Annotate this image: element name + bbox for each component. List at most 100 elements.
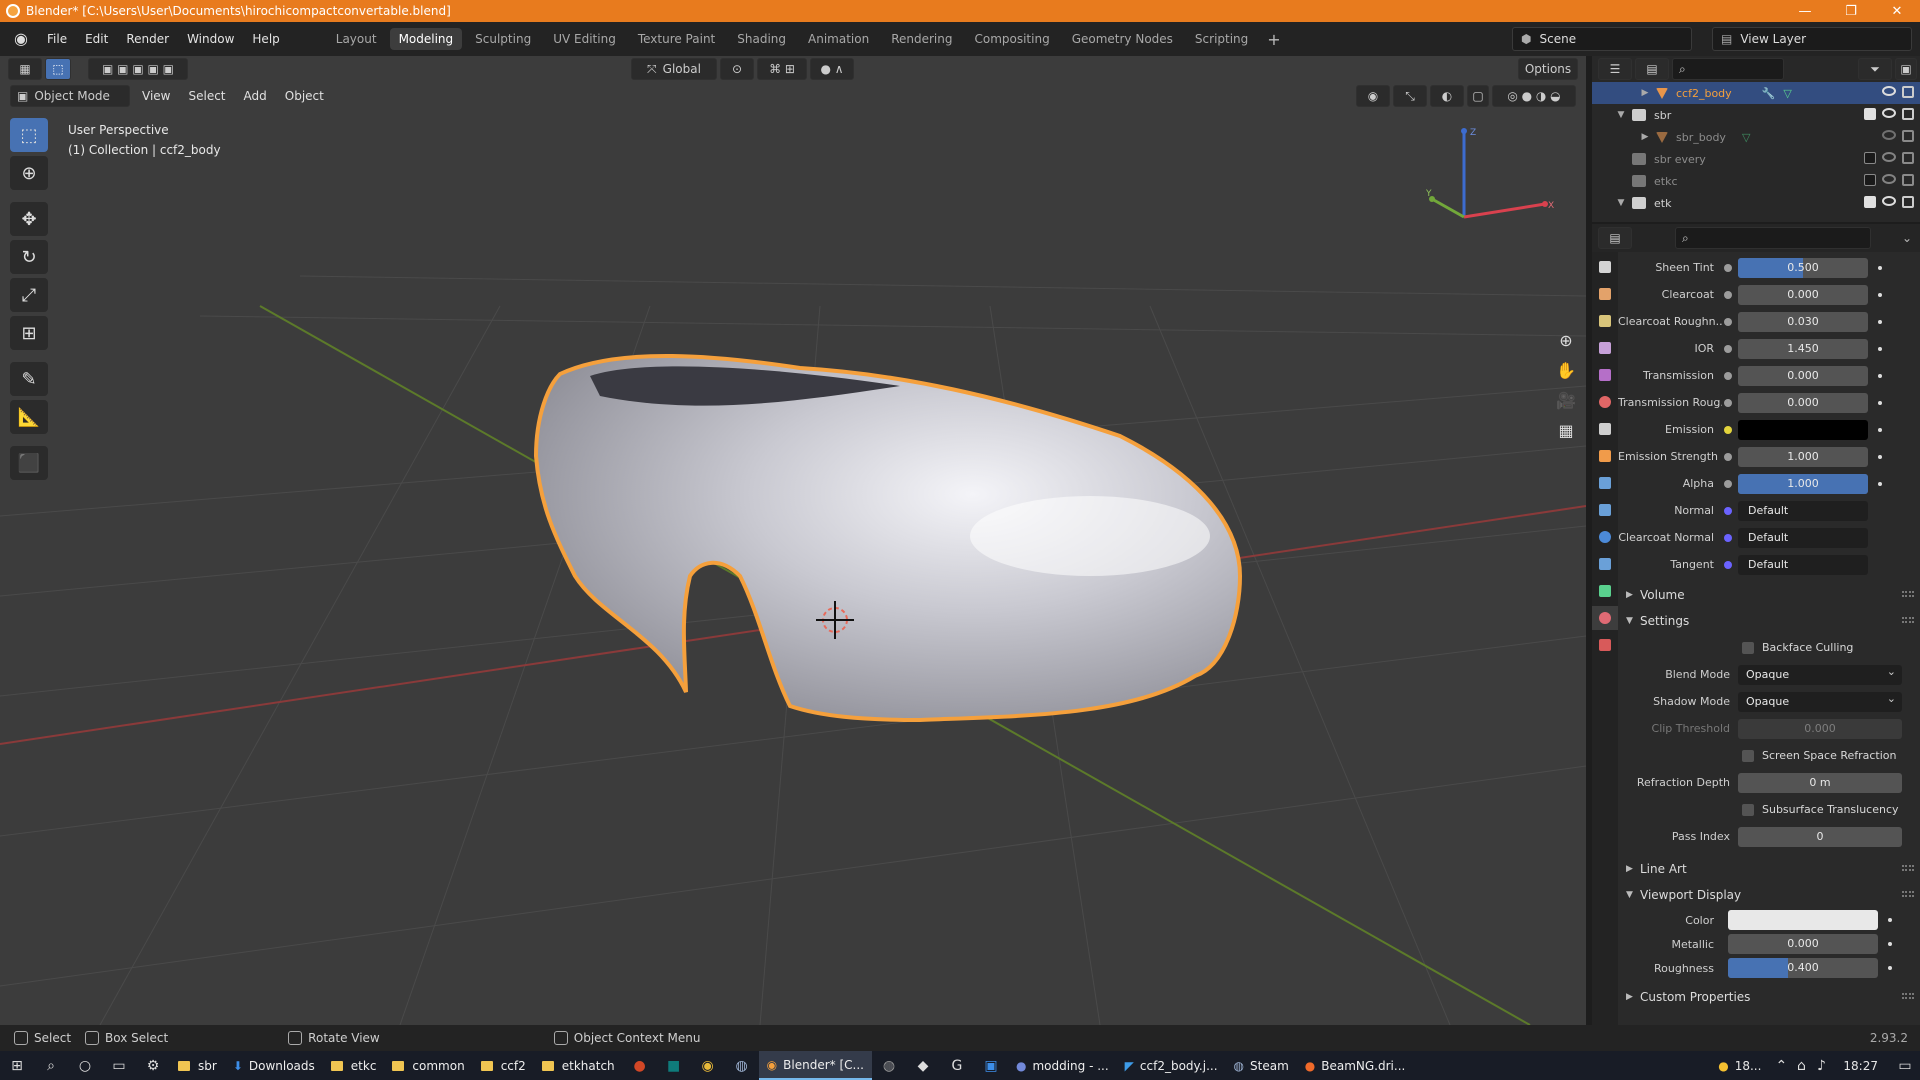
viewport-menu-add[interactable]: Add: [235, 89, 276, 103]
viewport-roughness-field[interactable]: 0.400: [1728, 958, 1878, 978]
blend-mode-dropdown[interactable]: Opaque: [1738, 662, 1902, 685]
pivot-point-icon[interactable]: ⊙: [720, 58, 754, 80]
windows-start-icon[interactable]: ⊞: [0, 1051, 34, 1080]
minimize-button[interactable]: —: [1782, 4, 1828, 19]
menu-render[interactable]: Render: [117, 28, 178, 50]
keyframe-dot-icon[interactable]: [1878, 481, 1882, 486]
scene-selector[interactable]: ⬢ Scene: [1512, 27, 1692, 51]
render-camera-icon[interactable]: [1902, 196, 1914, 208]
filter-icon[interactable]: ⏷: [1858, 58, 1892, 80]
normal-link-field[interactable]: Default: [1738, 500, 1868, 521]
network-icon[interactable]: ⌂: [1791, 1051, 1811, 1080]
transform-orientation-dropdown[interactable]: ⤧ Global: [631, 58, 717, 80]
menu-edit[interactable]: Edit: [76, 28, 117, 50]
emission-color-swatch[interactable]: [1738, 419, 1868, 440]
view-layer-selector[interactable]: ▤ View Layer: [1712, 27, 1912, 51]
socket-dot-icon[interactable]: [1724, 398, 1732, 407]
snap-toggle-icon[interactable]: ⌘ ⊞: [757, 58, 807, 80]
visibility-eye-icon[interactable]: [1882, 152, 1896, 162]
blender-logo-icon[interactable]: ◉: [10, 28, 32, 50]
outliner-row-sbr-every[interactable]: sbr every: [1592, 148, 1920, 170]
editor-type-button[interactable]: ▦: [8, 58, 42, 80]
maximize-button[interactable]: ❐: [1828, 4, 1874, 19]
shading-mode-group[interactable]: ◎ ● ◑ ◒: [1492, 85, 1576, 107]
cortana-icon[interactable]: ○: [68, 1051, 102, 1080]
tab-sculpting[interactable]: Sculpting: [466, 28, 540, 50]
visibility-eye-icon[interactable]: [1882, 130, 1896, 140]
socket-dot-icon[interactable]: [1724, 506, 1732, 515]
move-tool-icon[interactable]: ✥: [10, 202, 48, 236]
emission-strength-field[interactable]: 1.000: [1738, 446, 1868, 467]
measure-tool-icon[interactable]: 📐: [10, 400, 48, 434]
taskbar-app-ccf2[interactable]: ccf2: [473, 1051, 534, 1080]
close-button[interactable]: ✕: [1874, 4, 1920, 19]
visibility-eye-icon[interactable]: [1882, 196, 1896, 206]
keyframe-dot-icon[interactable]: [1878, 319, 1882, 324]
clearcoat-normal-link-field[interactable]: Default: [1738, 527, 1868, 548]
keyframe-dot-icon[interactable]: [1888, 966, 1892, 970]
tab-object[interactable]: [1592, 444, 1618, 468]
keyframe-dot-icon[interactable]: [1878, 265, 1882, 270]
tab-data[interactable]: [1592, 579, 1618, 603]
visibility-icon[interactable]: ◉: [1356, 85, 1390, 107]
drag-grip-icon[interactable]: [1902, 993, 1914, 999]
tangent-link-field[interactable]: Default: [1738, 554, 1868, 575]
add-workspace-button[interactable]: +: [1259, 30, 1288, 49]
render-camera-icon[interactable]: [1902, 86, 1914, 98]
options-button[interactable]: Options: [1518, 58, 1578, 80]
section-custom-properties[interactable]: ▶ Custom Properties: [1618, 984, 1920, 1010]
exclude-checkbox[interactable]: [1864, 174, 1876, 186]
render-camera-icon[interactable]: [1902, 108, 1914, 120]
xray-toggle-icon[interactable]: ▢: [1467, 85, 1489, 107]
tab-scene[interactable]: [1592, 363, 1618, 387]
expand-triangle-icon[interactable]: ▶: [1638, 88, 1652, 98]
selection-mode-group[interactable]: ▣ ▣ ▣ ▣ ▣: [88, 58, 188, 80]
viewport-menu-select[interactable]: Select: [179, 89, 234, 103]
socket-dot-icon[interactable]: [1724, 560, 1732, 569]
visibility-eye-icon[interactable]: [1882, 86, 1896, 96]
taskbar-app-etkhatch[interactable]: etkhatch: [534, 1051, 623, 1080]
keyframe-dot-icon[interactable]: [1878, 454, 1882, 459]
viewport-menu-object[interactable]: Object: [276, 89, 333, 103]
socket-dot-icon[interactable]: [1724, 344, 1732, 353]
shadow-mode-dropdown[interactable]: Opaque: [1738, 689, 1902, 712]
tab-animation[interactable]: Animation: [799, 28, 878, 50]
socket-dot-icon[interactable]: [1724, 371, 1732, 380]
cursor-tool-icon[interactable]: ⊕: [10, 156, 48, 190]
outliner-row-ccf2-body[interactable]: ▶ ccf2_body 🔧 ▽: [1592, 82, 1920, 104]
app-icon-gray[interactable]: ◍: [872, 1051, 906, 1080]
weather-text[interactable]: 18...: [1735, 1059, 1762, 1073]
checkbox-box[interactable]: [1742, 749, 1754, 762]
taskbar-app-vscode[interactable]: ◤ ccf2_body.j...: [1117, 1051, 1226, 1080]
taskbar-app-common[interactable]: common: [384, 1051, 472, 1080]
section-settings[interactable]: ▼ Settings: [1618, 608, 1920, 634]
socket-dot-icon[interactable]: [1724, 317, 1732, 326]
screen-space-refraction-checkbox[interactable]: Screen Space Refraction: [1618, 742, 1920, 769]
visibility-eye-icon[interactable]: [1882, 108, 1896, 118]
3d-viewport[interactable]: Z X Y ▦ ⬚ ▣ ▣ ▣ ▣ ▣ ⤧ Global ⊙ ⌘ ⊞ ● ∧ O…: [0, 56, 1586, 1025]
keyframe-dot-icon[interactable]: [1878, 346, 1882, 351]
clip-threshold-field[interactable]: 0.000: [1738, 718, 1902, 739]
new-collection-icon[interactable]: ▣: [1895, 58, 1917, 80]
backface-culling-checkbox[interactable]: Backface Culling: [1618, 634, 1920, 661]
taskbar-app-sbr[interactable]: sbr: [170, 1051, 225, 1080]
volume-icon[interactable]: ♪: [1811, 1051, 1831, 1080]
expand-triangle-icon[interactable]: ▶: [1638, 132, 1652, 142]
viewport-menu-view[interactable]: View: [133, 89, 179, 103]
taskbar-app-blender[interactable]: ◉ Blender* [C...: [758, 1051, 872, 1080]
render-camera-icon[interactable]: [1902, 130, 1914, 142]
drag-grip-icon[interactable]: [1902, 591, 1914, 597]
tab-particles[interactable]: [1592, 498, 1618, 522]
tab-constraints[interactable]: [1592, 552, 1618, 576]
taskbar-app-downloads[interactable]: ⬇ Downloads: [225, 1051, 323, 1080]
transmission-field[interactable]: 0.000: [1738, 365, 1868, 386]
powerpoint-icon[interactable]: ●: [623, 1051, 657, 1080]
render-camera-icon[interactable]: [1902, 174, 1914, 186]
chrome-icon[interactable]: ◉: [691, 1051, 725, 1080]
section-line-art[interactable]: ▶ Line Art: [1618, 856, 1920, 882]
outliner-row-etkc[interactable]: etkc: [1592, 170, 1920, 192]
axis-gizmo[interactable]: [1429, 128, 1548, 219]
tab-physics[interactable]: [1592, 525, 1618, 549]
collapse-triangle-icon[interactable]: ▼: [1614, 198, 1628, 208]
app-icon-blue[interactable]: ▣: [974, 1051, 1008, 1080]
